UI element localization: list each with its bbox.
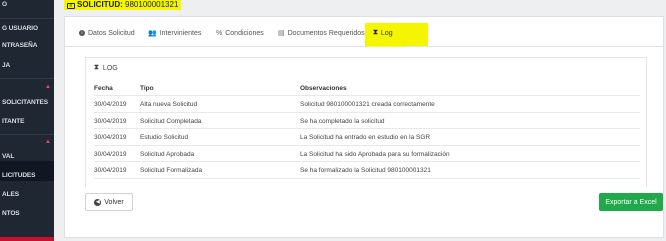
cell-observaciones: Solicitud 980100001321 creada correctame… — [300, 101, 435, 108]
cell-fecha: 30/04/2019 — [94, 101, 127, 108]
cell-tipo: Estudio Solicitud — [140, 134, 189, 141]
cell-tipo: Solicitud Formalizada — [140, 167, 203, 174]
cell-fecha: 30/04/2019 — [94, 150, 127, 158]
cell-tipo: Solicitud Aprobada — [140, 150, 195, 158]
main-content: ≡ SOLICITUD: 980100001321 i Datos Solicitu… — [54, 0, 666, 241]
tab-label: Intervinientes — [159, 29, 202, 37]
sidebar-item-label: ALES — [2, 191, 19, 198]
log-section: ⧗ LOG Fecha Tipo Observaciones 30/04/2019… — [85, 57, 647, 187]
back-button-label: Volver — [104, 198, 124, 206]
cell-observaciones: Se ha formalizado la Solicitud 980100001… — [300, 167, 431, 174]
sidebar-item-label: ITANTE — [2, 118, 25, 125]
cell-observaciones: La Solicitud ha sido Aprobada para su fo… — [300, 150, 450, 158]
tab-label: Datos Solicitud — [88, 29, 135, 37]
tab-intervinientes[interactable]: 👥 Intervinientes — [148, 27, 201, 39]
sidebar-item-label: JA — [2, 62, 11, 69]
sidebar-item-label: VAL — [2, 153, 15, 160]
hourglass-icon: ⧗ — [94, 64, 99, 71]
percent-icon: % — [216, 29, 223, 37]
tab-label: Condiciones — [225, 29, 264, 37]
sidebar-item-label: G USUARIO — [2, 25, 38, 32]
back-button[interactable]: ◀ Volver — [85, 193, 133, 211]
tab-bar: i Datos Solicitud 👥 Intervinientes % Condic… — [65, 17, 663, 47]
tab-documentos-requeridos[interactable]: ▤ Documentos Requeridos — [278, 27, 365, 39]
table-row: 30/04/2019 Alta nueva Solicitud Solicitu… — [94, 96, 640, 113]
tab-condiciones[interactable]: % Condiciones — [216, 27, 264, 39]
cell-tipo: Alta nueva Solicitud — [140, 101, 198, 108]
tab-log[interactable]: ⧗ Log — [373, 27, 393, 39]
sidebar-divider — [0, 134, 54, 135]
sidebar: O G USUARIO NTRASEÑA JA ▲ SOLICITANTES I… — [0, 0, 54, 241]
solicitud-panel: i Datos Solicitud 👥 Intervinientes % Condic… — [64, 16, 664, 238]
table-row: 30/04/2019 Solicitud Aprobada La Solicit… — [94, 146, 640, 162]
sidebar-accent-bar — [0, 237, 54, 241]
sidebar-divider — [0, 78, 54, 79]
sidebar-item-label: LICITUDES — [2, 172, 36, 179]
cell-fecha: 30/04/2019 — [94, 117, 127, 125]
log-table: Fecha Tipo Observaciones 30/04/2019 Alta… — [94, 80, 640, 179]
export-button-label: Exportar a Excel — [605, 198, 657, 206]
users-icon: 👥 — [148, 30, 157, 37]
tab-label: Log — [380, 29, 393, 37]
cell-fecha: 30/04/2019 — [94, 134, 127, 141]
page-title: ≡ SOLICITUD: 980100001321 — [64, 0, 182, 10]
table-header: Fecha Tipo Observaciones — [94, 80, 640, 96]
sidebar-item-label: SOLICITANTES — [2, 99, 48, 106]
tab-datos-solicitud[interactable]: i Datos Solicitud — [79, 27, 135, 39]
log-title: LOG — [102, 64, 118, 72]
sidebar-item-label: NTRASEÑA — [2, 42, 38, 49]
solicitud-number: 980100001321 — [125, 0, 179, 9]
table-row: 30/04/2019 Solicitud Completada Se ha co… — [94, 113, 640, 129]
column-header-fecha: Fecha — [94, 85, 113, 92]
tab-label: Documentos Requeridos — [287, 29, 365, 37]
table-row: 30/04/2019 Estudio Solicitud La Solicitu… — [94, 129, 640, 146]
chevron-up-icon[interactable]: ▲ — [45, 139, 51, 145]
id-card-icon: ≡ — [67, 3, 75, 9]
arrow-left-icon: ◀ — [94, 198, 102, 206]
hourglass-icon: ⧗ — [373, 29, 378, 36]
column-header-tipo: Tipo — [140, 85, 154, 92]
cell-fecha: 30/04/2019 — [94, 167, 127, 174]
page-title-label: SOLICITUD: — [77, 0, 123, 9]
sidebar-item-label: NTOS — [2, 210, 20, 217]
document-icon: ▤ — [278, 30, 285, 37]
sidebar-divider — [0, 18, 54, 19]
chevron-up-icon[interactable]: ▲ — [45, 84, 51, 90]
log-heading: ⧗ LOG — [94, 64, 118, 72]
sidebar-item-label: O — [2, 1, 7, 8]
table-row: 30/04/2019 Solicitud Formalizada Se ha f… — [94, 162, 640, 179]
column-header-observaciones: Observaciones — [300, 85, 347, 92]
cell-tipo: Solicitud Completada — [140, 117, 202, 125]
export-excel-button[interactable]: Exportar a Excel — [599, 193, 663, 211]
info-icon: i — [79, 30, 85, 36]
cell-observaciones: La Solicitud ha entrado en estudio en la… — [300, 134, 431, 141]
cell-observaciones: Se ha completado la solicitud — [300, 117, 385, 125]
